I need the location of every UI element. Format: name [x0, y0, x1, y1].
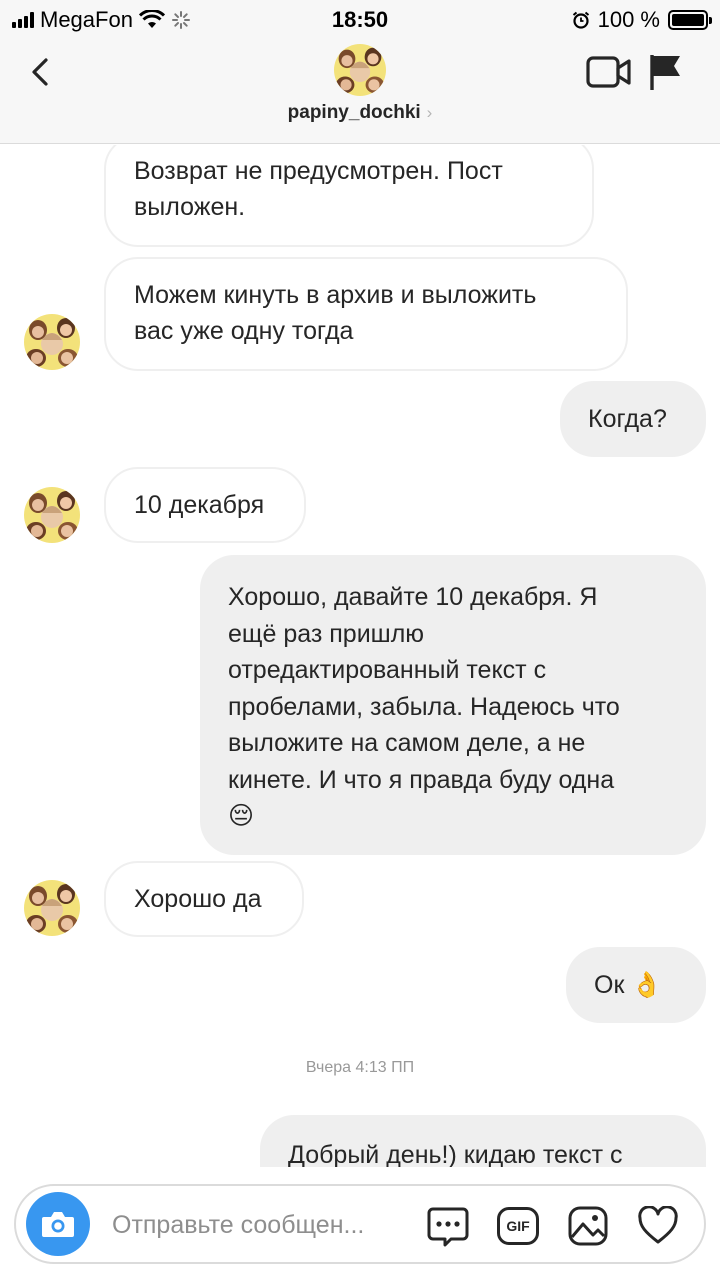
- message-line: выложен.: [134, 193, 246, 221]
- message-bubble-incoming[interactable]: 10 декабря: [104, 467, 306, 543]
- profile-picture: [24, 487, 80, 543]
- sender-avatar[interactable]: [24, 880, 80, 936]
- message-line: 😔: [228, 802, 255, 830]
- message-line: Когда?: [588, 405, 667, 433]
- sender-avatar[interactable]: [24, 314, 80, 370]
- message-line: выложите на самом деле, а не: [228, 729, 586, 757]
- message-line: вас уже одну тогда: [134, 317, 354, 345]
- message-line: отредактированный текст с: [228, 656, 547, 684]
- message-line: Ок 👌: [594, 971, 663, 999]
- status-right: 100 %: [572, 7, 712, 33]
- message-line: Хорошо, давайте 10 декабря. Я: [228, 583, 598, 611]
- chat-bubble-icon: [427, 1207, 469, 1247]
- message-bubble-incoming[interactable]: Возврат не предусмотрен. Пост выложен.: [104, 145, 594, 247]
- direct-thread-screen: MegaFon 18:50 100 % papiny_dochki › Возв…: [0, 0, 720, 1280]
- message-input[interactable]: [112, 1206, 412, 1244]
- video-call-button[interactable]: [586, 54, 632, 90]
- sticker-button[interactable]: [426, 1204, 470, 1248]
- message-bubble-outgoing[interactable]: Ок 👌: [566, 947, 706, 1023]
- report-button[interactable]: [646, 52, 686, 92]
- profile-picture: [334, 44, 386, 96]
- alarm-icon: [572, 11, 589, 29]
- message-bubble-outgoing[interactable]: Когда?: [560, 381, 706, 457]
- flag-icon: [650, 55, 680, 90]
- camera-button[interactable]: [26, 1192, 90, 1256]
- gif-label: GIF: [506, 1218, 530, 1234]
- image-icon: [568, 1206, 608, 1246]
- gif-icon: GIF: [497, 1207, 539, 1245]
- profile-picture: [24, 880, 80, 936]
- like-button[interactable]: [636, 1204, 680, 1248]
- header-avatar[interactable]: [334, 44, 386, 96]
- heart-icon: [638, 1206, 678, 1244]
- battery-fill: [672, 14, 704, 26]
- message-bubble-outgoing[interactable]: Добрый день!) кидаю текст с: [260, 1115, 706, 1167]
- message-bubble-incoming[interactable]: Хорошо да: [104, 861, 304, 937]
- thread-header: papiny_dochki ›: [0, 40, 720, 144]
- back-button[interactable]: [24, 50, 64, 94]
- message-line: Добрый день!) кидаю текст с: [288, 1141, 623, 1167]
- message-line: Хорошо да: [134, 885, 262, 913]
- sender-avatar[interactable]: [24, 487, 80, 543]
- video-camera-icon: [586, 56, 631, 88]
- camera-icon: [42, 1212, 74, 1237]
- battery-icon: [668, 10, 712, 30]
- battery-percent: 100 %: [597, 7, 660, 32]
- message-composer: GIF: [14, 1184, 706, 1264]
- chevron-left-icon: [32, 58, 48, 86]
- message-line: кинете. И что я правда буду одна: [228, 765, 615, 794]
- username: papiny_dochki: [287, 102, 421, 123]
- message-line: ещё раз пришлю: [228, 619, 425, 648]
- message-list[interactable]: Возврат не предусмотрен. Пост выложен. М…: [0, 145, 720, 1167]
- username-link[interactable]: papiny_dochki ›: [0, 102, 720, 124]
- message-line: пробелами, забыла. Надеюсь что: [228, 692, 620, 721]
- message-bubble-outgoing[interactable]: Хорошо, давайте 10 декабря. Я ещё раз пр…: [200, 555, 706, 855]
- chevron-right-icon: ›: [426, 103, 433, 122]
- message-line: Возврат не предусмотрен. Пост: [134, 157, 503, 185]
- message-line: 10 декабря: [134, 491, 265, 519]
- message-line: Можем кинуть в архив и выложить: [134, 281, 537, 309]
- message-bubble-incoming[interactable]: Можем кинуть в архив и выложить вас уже …: [104, 257, 628, 371]
- status-bar: MegaFon 18:50 100 %: [0, 0, 720, 40]
- gif-button[interactable]: GIF: [496, 1204, 540, 1248]
- message-timestamp: Вчера 4:13 ПП: [305, 1059, 415, 1076]
- gallery-button[interactable]: [566, 1204, 610, 1248]
- profile-picture: [24, 314, 80, 370]
